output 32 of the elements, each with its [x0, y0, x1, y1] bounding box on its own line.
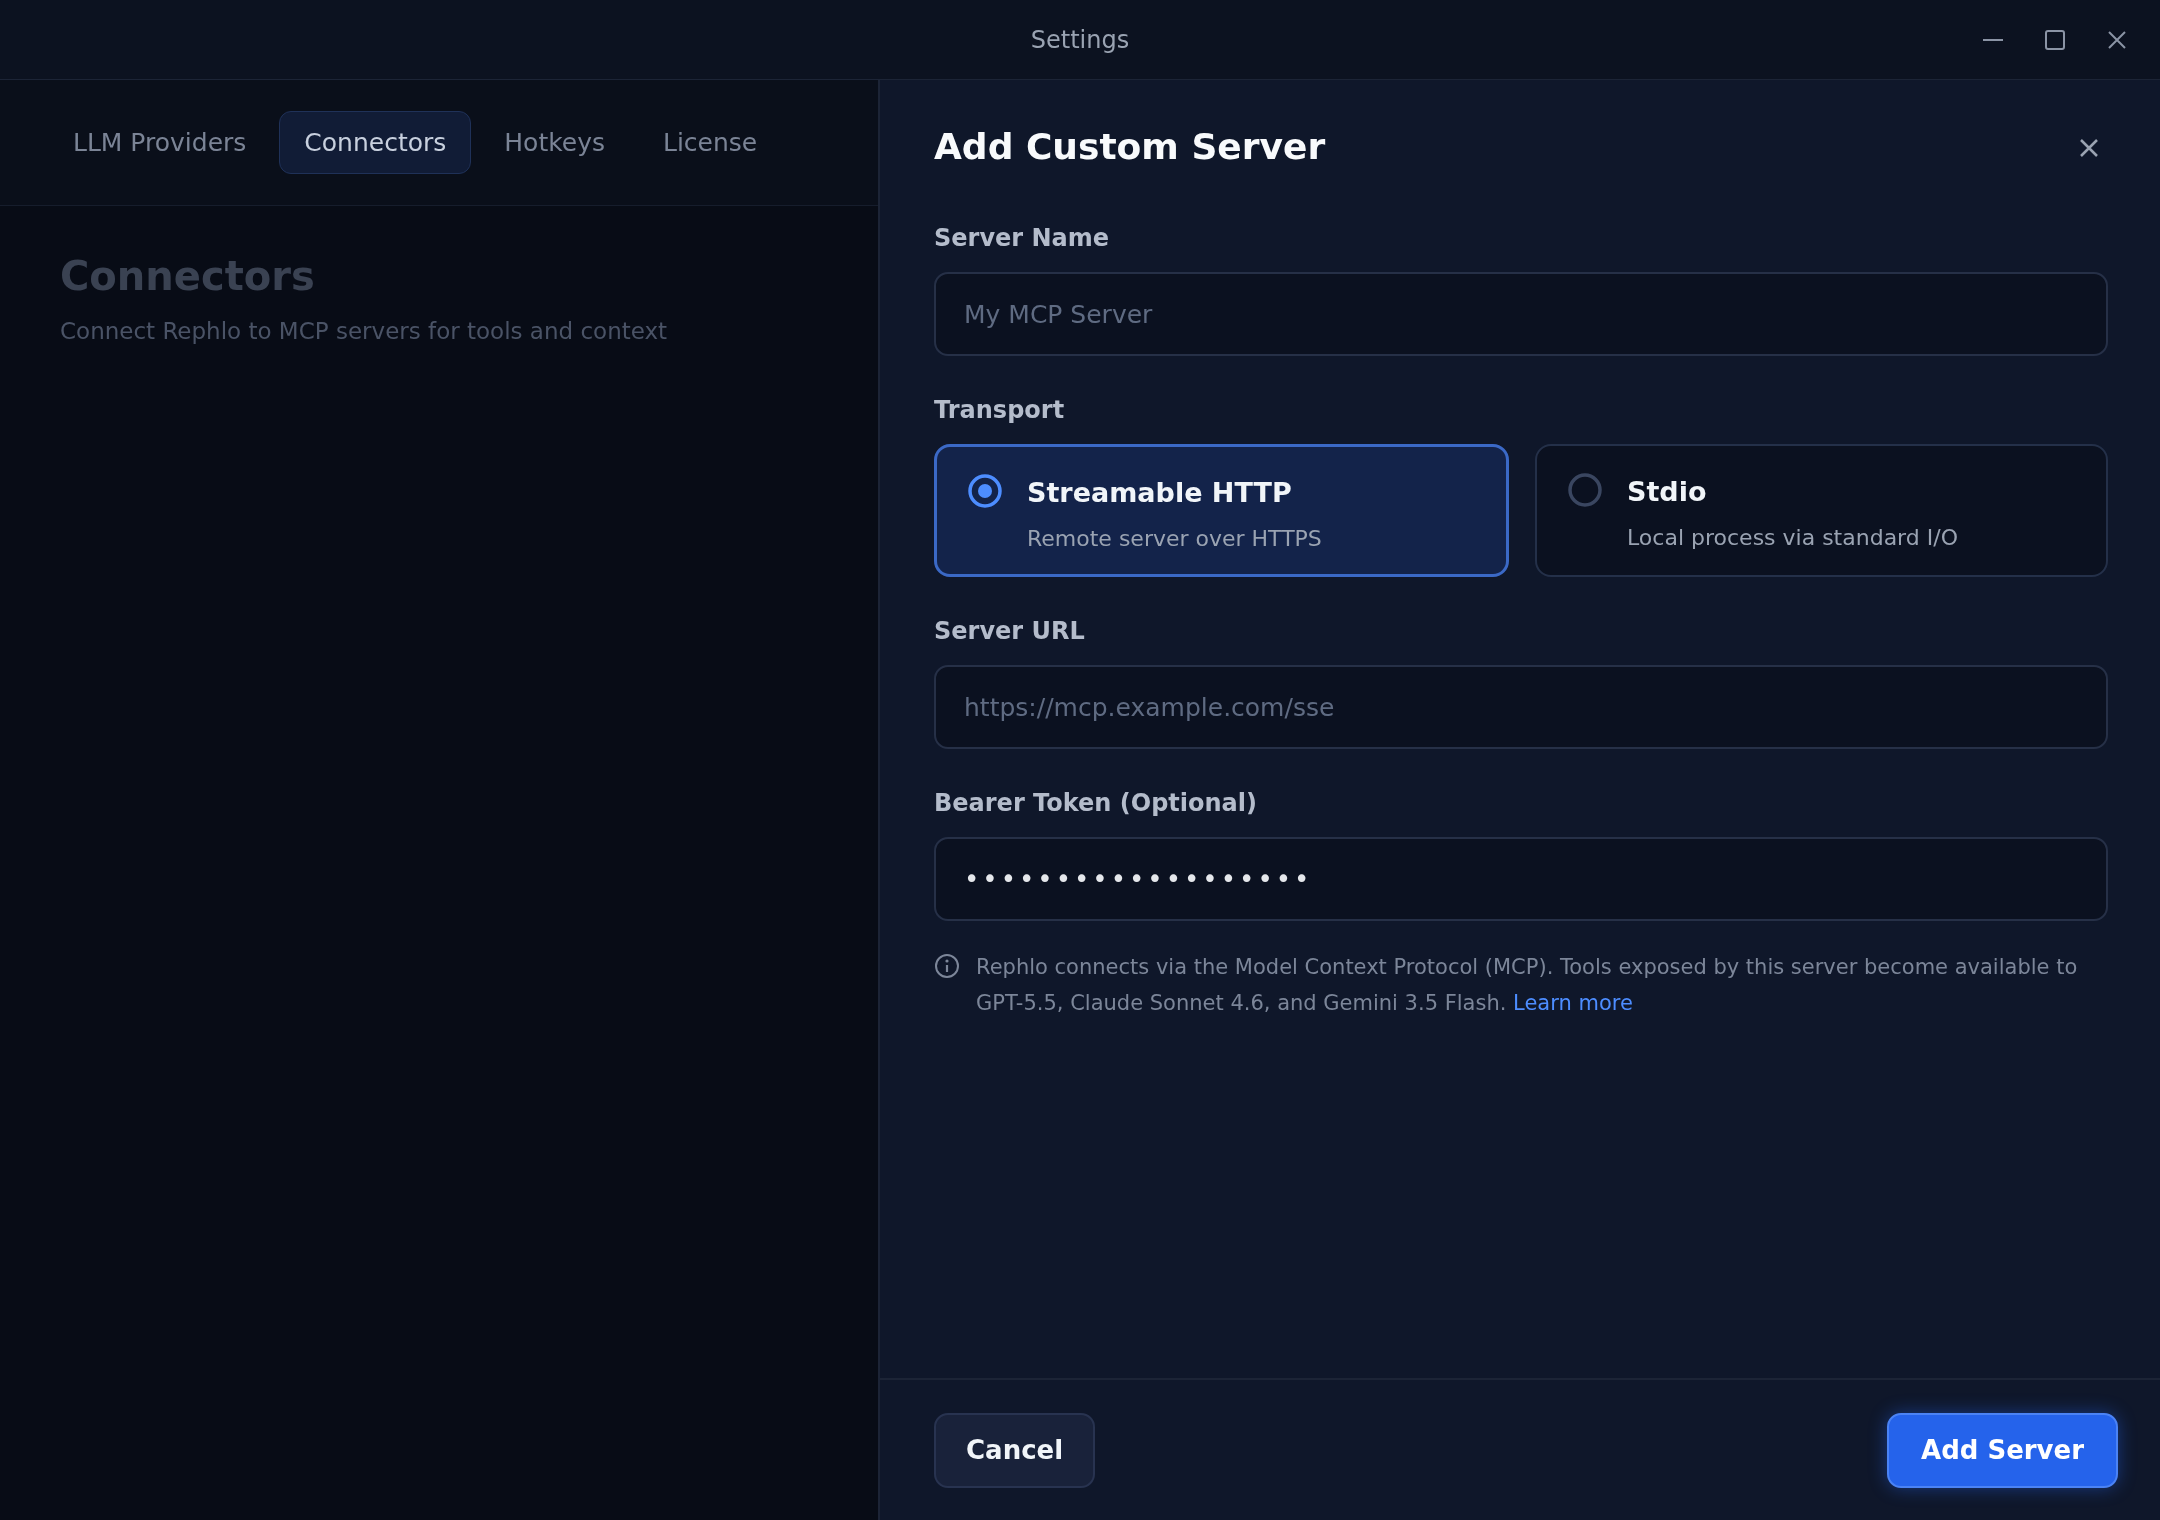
add-button[interactable]: Add Server — [1887, 1412, 2118, 1488]
learn-more-link[interactable]: Learn more — [1513, 991, 1633, 1015]
page-heading: Connectors — [60, 252, 316, 301]
tab[interactable]: Connectors — [279, 110, 472, 175]
page-subtitle: Connect Rephlo to MCP servers for tools and context — [60, 317, 669, 346]
field-label: Transport — [934, 395, 1066, 426]
bearer-token-field[interactable]: ••••••••••••••••••• — [934, 837, 2108, 921]
option-description: Remote server over HTTPS — [1027, 524, 1322, 553]
cancel-button[interactable]: Cancel — [934, 1412, 1096, 1488]
tab[interactable]: License — [638, 110, 783, 175]
field-label: Server Name — [934, 223, 1111, 254]
option-title: Streamable HTTP — [1027, 476, 1293, 510]
info-text: Rephlo connects via the Model Context Protocol (MCP). Tools exposed by this server become available to GPT-5.5, Claude Sonnet 4.6, and Gemini 3.5 Flash. Learn more — [976, 954, 2079, 1017]
radio-button[interactable] — [967, 473, 1003, 509]
minimize-icon — [1983, 39, 2003, 41]
close-icon — [2106, 29, 2128, 51]
close-icon — [2078, 136, 2100, 159]
server-url-field[interactable]: https://mcp.example.com/sse — [934, 665, 2108, 749]
field-label: Server URL — [934, 616, 1086, 647]
option-description: Local process via standard I/O — [1627, 523, 1958, 552]
server-name-field[interactable]: My MCP Server — [934, 272, 2108, 356]
transport-option[interactable]: Streamable HTTP Remote server over HTTPS — [934, 444, 1509, 577]
window-title: Settings — [1030, 24, 1130, 56]
radio-button[interactable] — [1567, 472, 1603, 508]
info-icon — [934, 953, 960, 979]
tab[interactable]: Hotkeys — [479, 110, 630, 175]
maximize-icon — [2044, 29, 2066, 51]
option-title: Stdio — [1627, 475, 1708, 509]
dialog-title: Add Custom Server — [934, 125, 1326, 169]
tab[interactable]: LLM Providers — [48, 110, 272, 175]
transport-option[interactable]: Stdio Local process via standard I/O — [1535, 444, 2108, 577]
field-label: Bearer Token (Optional) — [934, 788, 1258, 819]
